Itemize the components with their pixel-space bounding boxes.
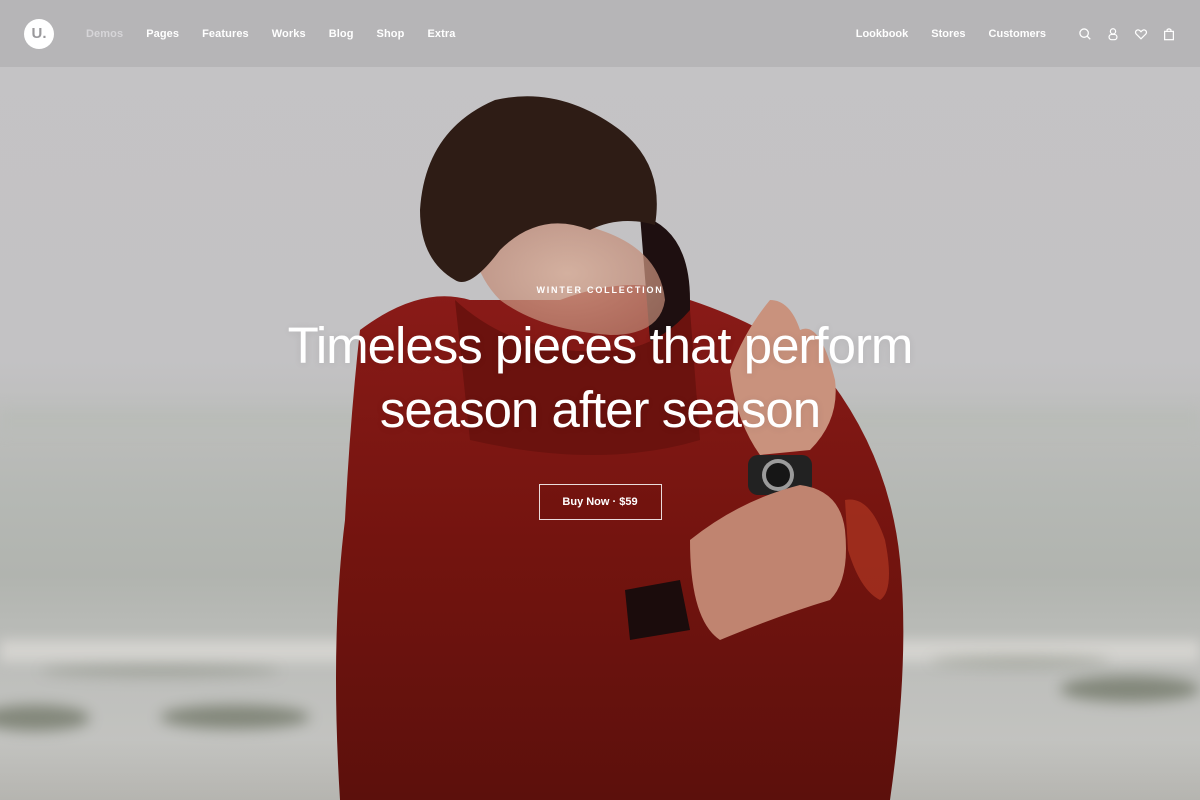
secondary-nav: Lookbook Stores Customers: [833, 27, 1176, 41]
nav-item-pages[interactable]: Pages: [146, 28, 179, 40]
nav-item-features[interactable]: Features: [202, 28, 249, 40]
nav-item-extra[interactable]: Extra: [427, 28, 455, 40]
nav-item-shop[interactable]: Shop: [377, 28, 405, 40]
hero-headline: Timeless pieces that perform season afte…: [0, 314, 1200, 442]
wishlist-heart-icon[interactable]: [1134, 27, 1148, 41]
logo-text: U.: [31, 25, 47, 42]
buy-now-button[interactable]: Buy Now · $59: [538, 484, 662, 520]
headline-line-2: season after season: [379, 381, 821, 438]
nav-item-lookbook[interactable]: Lookbook: [856, 28, 909, 40]
nav-item-customers[interactable]: Customers: [989, 28, 1046, 40]
nav-item-works[interactable]: Works: [272, 28, 306, 40]
header-icons: [1064, 27, 1176, 41]
hero-content: WINTER COLLECTION Timeless pieces that p…: [0, 285, 1200, 520]
hero-eyebrow: WINTER COLLECTION: [536, 285, 664, 295]
nav-item-blog[interactable]: Blog: [329, 28, 354, 40]
primary-nav: Demos Pages Features Works Blog Shop Ext…: [86, 28, 478, 40]
nav-item-stores[interactable]: Stores: [931, 28, 965, 40]
search-icon[interactable]: [1078, 27, 1092, 41]
account-icon[interactable]: [1106, 27, 1120, 41]
sleeve-cuff: [625, 580, 690, 640]
nav-item-demos[interactable]: Demos: [86, 28, 123, 40]
site-header: U. Demos Pages Features Works Blog Shop …: [0, 0, 1200, 67]
shopping-bag-icon[interactable]: [1162, 27, 1176, 41]
headline-line-1: Timeless pieces that perform: [287, 317, 914, 374]
logo[interactable]: U.: [24, 18, 54, 49]
